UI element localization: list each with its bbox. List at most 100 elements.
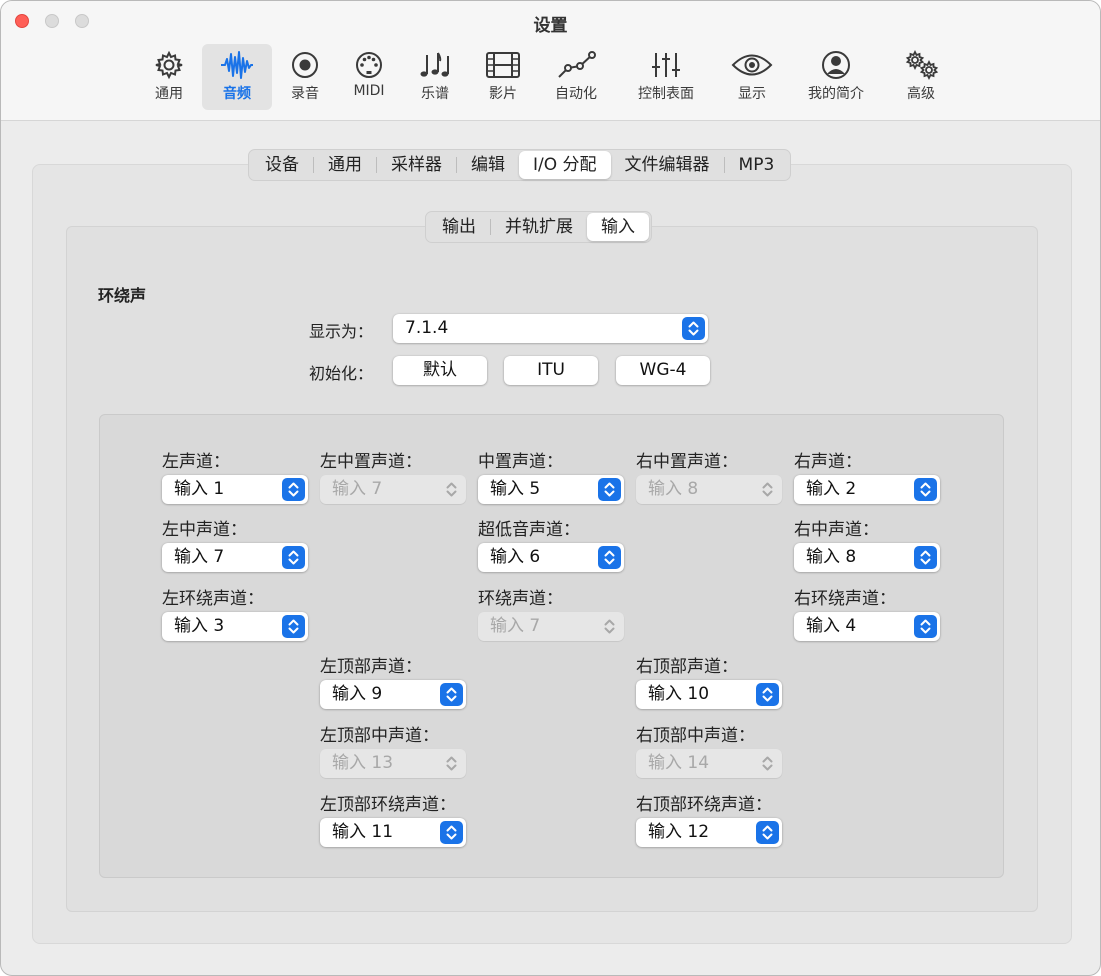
subtab-bounce-extensions[interactable]: 并轨扩展 (491, 213, 587, 241)
channel-popup-left-top[interactable]: 输入 9 (320, 680, 466, 709)
chevron-updown-icon (756, 752, 779, 775)
channel-label-left-mid: 左中声道： (162, 520, 247, 540)
chevron-updown-icon (682, 317, 705, 340)
chevron-updown-icon (440, 683, 463, 706)
chevron-updown-icon (914, 546, 937, 569)
sliders-icon (652, 53, 680, 77)
channel-value: 输入 11 (332, 822, 394, 842)
channel-value: 输入 7 (332, 479, 383, 499)
channel-value: 输入 7 (490, 616, 541, 636)
init-default-button[interactable]: 默认 (393, 356, 487, 385)
chevron-updown-icon (756, 821, 779, 844)
title-bar: 设置 通用 音频 录音 MIDI 乐谱 影片 自动化 控制表面 显示 我的简介 … (1, 1, 1100, 121)
channel-label-left-center: 左中置声道： (320, 452, 422, 472)
channel-value: 输入 13 (332, 753, 394, 773)
channel-label-left-surround: 左环绕声道： (162, 589, 264, 609)
channel-popup-right-center: 输入 8 (636, 475, 782, 504)
toolbar-label: 乐谱 (421, 86, 449, 102)
toolbar-label: 通用 (155, 86, 183, 102)
channel-popup-right[interactable]: 输入 2 (794, 475, 940, 504)
toolbar-midi[interactable]: MIDI (346, 44, 392, 110)
channel-value: 输入 14 (648, 753, 710, 773)
tab-sampler[interactable]: 采样器 (377, 151, 456, 179)
channel-label-center: 中置声道： (478, 452, 563, 472)
toolbar-label: 控制表面 (638, 86, 694, 102)
channel-popup-right-top-surround[interactable]: 输入 12 (636, 818, 782, 847)
channel-popup-surround: 输入 7 (478, 612, 624, 641)
channel-value: 输入 12 (648, 822, 710, 842)
toolbar-audio[interactable]: 音频 (202, 44, 272, 110)
chevron-updown-icon (914, 478, 937, 501)
tab-general[interactable]: 通用 (314, 151, 376, 179)
channel-popup-lfe[interactable]: 输入 6 (478, 543, 624, 572)
channel-popup-left[interactable]: 输入 1 (162, 475, 308, 504)
toolbar-advanced[interactable]: 高级 (897, 44, 945, 110)
subtab-output[interactable]: 输出 (428, 213, 490, 241)
channel-label-right-center: 右中置声道： (636, 452, 738, 472)
channel-value: 输入 6 (490, 547, 541, 567)
gears-icon (905, 50, 939, 80)
channel-popup-left-mid[interactable]: 输入 7 (162, 543, 308, 572)
toolbar-score[interactable]: 乐谱 (412, 44, 458, 110)
toolbar-movie[interactable]: 影片 (480, 44, 526, 110)
toolbar-display[interactable]: 显示 (727, 44, 777, 110)
profile-icon (822, 51, 850, 79)
channel-popup-right-mid[interactable]: 输入 8 (794, 543, 940, 572)
tab-mp3[interactable]: MP3 (725, 151, 789, 179)
display-as-label: 显示为： (308, 322, 373, 341)
channel-popup-left-top-surround[interactable]: 输入 11 (320, 818, 466, 847)
channel-label-right-top: 右顶部声道： (636, 657, 738, 677)
subtab-input[interactable]: 输入 (587, 213, 649, 241)
toolbar-label: 显示 (738, 86, 766, 102)
init-wg4-button[interactable]: WG-4 (616, 356, 710, 385)
waveform-icon (221, 51, 253, 79)
channel-value: 输入 7 (174, 547, 225, 567)
toolbar-label: 音频 (223, 86, 251, 102)
gear-icon (155, 50, 183, 80)
tab-editing[interactable]: 编辑 (457, 151, 519, 179)
chevron-updown-icon (598, 478, 621, 501)
toolbar-control-surfaces[interactable]: 控制表面 (629, 44, 703, 110)
initialize-label: 初始化： (308, 364, 373, 383)
display-as-value: 7.1.4 (405, 318, 449, 338)
toolbar-label: 影片 (489, 86, 517, 102)
toolbar-general[interactable]: 通用 (143, 44, 195, 110)
toolbar-label: 高级 (907, 86, 935, 102)
channel-label-lfe: 超低音声道： (478, 520, 580, 540)
toolbar-my-info[interactable]: 我的简介 (799, 44, 873, 110)
channel-popup-left-top-mid: 输入 13 (320, 749, 466, 778)
channel-popup-center[interactable]: 输入 5 (478, 475, 624, 504)
toolbar-label: 自动化 (555, 86, 597, 102)
chevron-updown-icon (282, 615, 305, 638)
init-itu-button[interactable]: ITU (504, 356, 598, 385)
toolbar-recording[interactable]: 录音 (282, 44, 328, 110)
channel-popup-left-surround[interactable]: 输入 3 (162, 612, 308, 641)
chevron-updown-icon (282, 478, 305, 501)
channel-label-left: 左声道： (162, 452, 230, 472)
chevron-updown-icon (756, 478, 779, 501)
tab-file-editor[interactable]: 文件编辑器 (611, 151, 724, 179)
chevron-updown-icon (440, 821, 463, 844)
toolbar-automation[interactable]: 自动化 (545, 44, 607, 110)
channel-label-left-top-surround: 左顶部环绕声道： (320, 795, 456, 815)
channel-popup-right-top[interactable]: 输入 10 (636, 680, 782, 709)
midi-port-icon (356, 52, 382, 78)
chevron-updown-icon (598, 546, 621, 569)
channel-label-left-top-mid: 左顶部中声道： (320, 726, 439, 746)
channel-value: 输入 10 (648, 684, 710, 704)
record-icon (292, 52, 318, 78)
automation-curve-icon (558, 51, 596, 78)
toolbar-label: 我的简介 (808, 86, 864, 102)
display-as-popup[interactable]: 7.1.4 (393, 314, 708, 343)
chevron-updown-icon (756, 683, 779, 706)
channel-popup-right-surround[interactable]: 输入 4 (794, 612, 940, 641)
tab-devices[interactable]: 设备 (251, 151, 313, 179)
channel-value: 输入 3 (174, 616, 225, 636)
tab-io-assignments[interactable]: I/O 分配 (519, 151, 611, 179)
main-tab-bar: 设备 通用 采样器 编辑 I/O 分配 文件编辑器 MP3 (248, 149, 792, 181)
channel-value: 输入 4 (806, 616, 857, 636)
channel-label-right-mid: 右中声道： (794, 520, 879, 540)
settings-window: 设置 通用 音频 录音 MIDI 乐谱 影片 自动化 控制表面 显示 我的简介 … (0, 0, 1101, 976)
io-subtab-bar: 输出 并轨扩展 输入 (425, 211, 652, 243)
channel-label-right-surround: 右环绕声道： (794, 589, 896, 609)
